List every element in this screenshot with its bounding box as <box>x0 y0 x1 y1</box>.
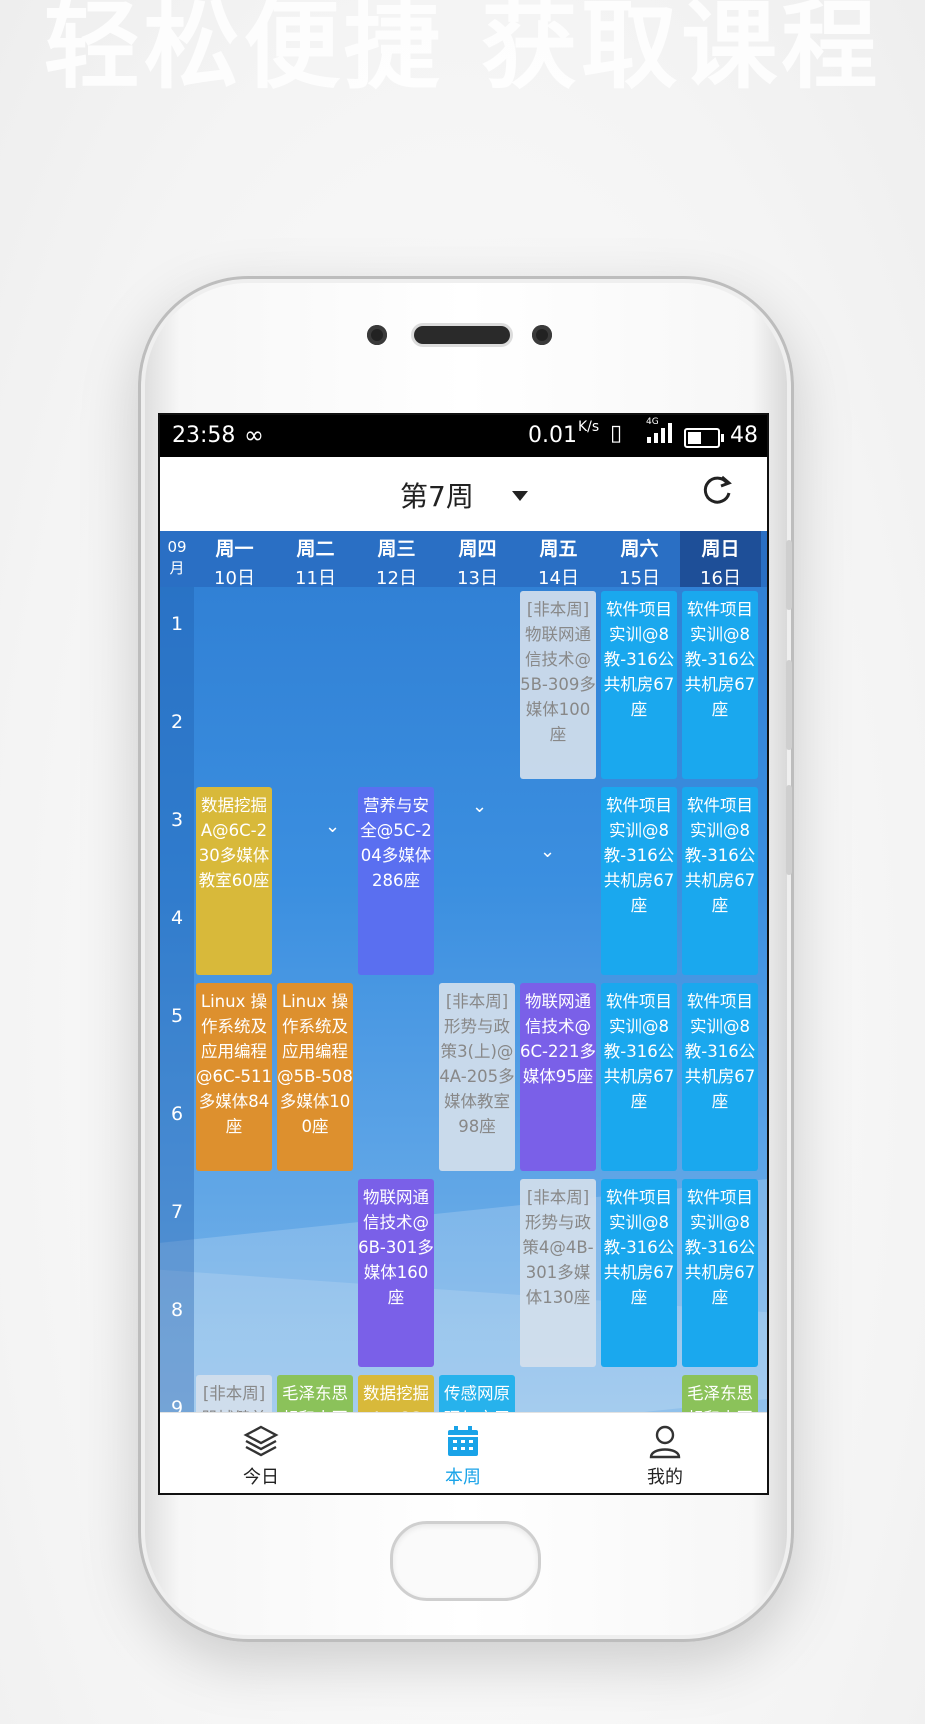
weekday-label: 周三 <box>377 538 416 560</box>
vibrate-icon: ▯ <box>610 421 623 446</box>
period-number: 8 <box>170 1299 184 1321</box>
status-time: 23:58 <box>172 423 236 448</box>
period-number: 9 <box>170 1397 184 1412</box>
weekday-label: 周一 <box>215 538 254 560</box>
day-header: 周日 16日 <box>680 531 761 589</box>
course-card[interactable]: 毛泽东思想和中国 <box>682 1375 758 1412</box>
status-bar: 23:58 ∞ 0.01 K/s ▯ 4G 48 <box>160 415 767 457</box>
course-card[interactable]: Linux 操作系统及应用编程@6C-511多媒体84座 <box>196 983 272 1171</box>
course-card[interactable]: 营养与安全@5C-204多媒体286座 <box>358 787 434 975</box>
front-camera-icon <box>367 325 387 345</box>
date-label: 12日 <box>376 568 417 589</box>
signal-icon <box>647 423 672 443</box>
home-button[interactable] <box>390 1521 541 1601</box>
day-header: 周五 14日 <box>518 531 599 589</box>
date-label: 13日 <box>457 568 498 589</box>
date-label: 10日 <box>214 568 255 589</box>
day-header: 周二 11日 <box>275 531 356 589</box>
course-card[interactable]: 物联网通信技术@6B-301多媒体160座 <box>358 1179 434 1367</box>
sensor-icon <box>532 325 552 345</box>
weekday-label: 周二 <box>296 538 335 560</box>
nav-mine[interactable]: 我的 <box>564 1413 766 1493</box>
course-card[interactable]: 数据挖掘A@6C <box>358 1375 434 1412</box>
period-number: 1 <box>170 613 184 635</box>
weekday-label: 周日 <box>701 538 740 560</box>
infinity-icon: ∞ <box>244 421 264 449</box>
course-card[interactable]: 软件项目实训@8教-316公共机房67座 <box>682 591 758 779</box>
app-bar: 第7周 <box>160 457 767 531</box>
battery-icon <box>684 428 724 448</box>
course-card[interactable]: 软件项目实训@8教-316公共机房67座 <box>682 1179 758 1367</box>
timetable: ⌄ ⌄ ⌄ ⌄ 09 月 周一10日周二11日周三12日周四13日周五14日周六… <box>160 531 767 1412</box>
course-card[interactable]: [非本周]形势与政策3(上)@4A-205多媒体教室98座 <box>439 983 515 1171</box>
date-label: 15日 <box>619 568 660 589</box>
course-card[interactable]: [非本周]形势与政策4@4B-301多媒体130座 <box>520 1179 596 1367</box>
date-label: 16日 <box>700 568 741 589</box>
layers-icon <box>243 1425 279 1457</box>
promo-tagline: 轻松便捷 获取课程 <box>43 0 882 102</box>
weekday-label: 周五 <box>539 538 578 560</box>
person-icon <box>649 1425 681 1459</box>
bird-decoration: ⌄ <box>472 796 488 817</box>
weekday-label: 周四 <box>458 538 497 560</box>
weekday-label: 周六 <box>620 538 659 560</box>
side-button <box>786 785 792 875</box>
period-number: 5 <box>170 1005 184 1027</box>
period-number: 6 <box>170 1103 184 1125</box>
month-number: 09 <box>167 538 187 556</box>
dropdown-caret-icon[interactable] <box>512 491 528 501</box>
nav-mine-label: 我的 <box>647 1467 683 1488</box>
bird-decoration: ⌄ <box>540 841 556 862</box>
earpiece-speaker <box>414 326 510 344</box>
bottom-nav: 今日 本周 我的 <box>160 1412 767 1493</box>
month-suffix: 月 <box>169 559 185 577</box>
nav-today-label: 今日 <box>243 1467 279 1488</box>
course-card[interactable]: 数据挖掘A@6C-230多媒体教室60座 <box>196 787 272 975</box>
nav-this-week-label: 本周 <box>445 1467 481 1488</box>
course-card[interactable]: 毛泽东思想和中国 <box>277 1375 353 1412</box>
nav-this-week[interactable]: 本周 <box>362 1413 564 1493</box>
period-number: 2 <box>170 711 184 733</box>
day-header: 周三 12日 <box>356 531 437 589</box>
day-header: 周六 15日 <box>599 531 680 589</box>
course-card[interactable]: [非本周]物联网通信技术@5B-309多媒体100座 <box>520 591 596 779</box>
course-card[interactable]: 物联网通信技术@6C-221多媒体95座 <box>520 983 596 1171</box>
power-button <box>786 660 792 750</box>
date-label: 14日 <box>538 568 579 589</box>
nav-today[interactable]: 今日 <box>160 1413 362 1493</box>
course-card[interactable]: [非本周]器械健美 <box>196 1375 272 1412</box>
date-label: 11日 <box>295 568 336 589</box>
calendar-icon <box>448 1426 478 1456</box>
course-card[interactable]: Linux 操作系统及应用编程@5B-508多媒体100座 <box>277 983 353 1171</box>
network-speed: 0.01 <box>528 423 577 448</box>
month-label: 09 月 <box>160 537 194 579</box>
period-number: 4 <box>170 907 184 929</box>
course-card[interactable]: 软件项目实训@8教-316公共机房67座 <box>601 591 677 779</box>
course-card[interactable]: 软件项目实训@8教-316公共机房67座 <box>601 983 677 1171</box>
course-card[interactable]: 传感网原理与应用 <box>439 1375 515 1412</box>
day-header: 周一 10日 <box>194 531 275 589</box>
battery-percent: 48 <box>730 423 758 448</box>
refresh-icon[interactable] <box>700 473 734 507</box>
volume-button <box>786 540 792 610</box>
course-card[interactable]: 软件项目实训@8教-316公共机房67座 <box>601 1179 677 1367</box>
bird-decoration: ⌄ <box>325 816 341 837</box>
course-card[interactable]: 软件项目实训@8教-316公共机房67座 <box>682 983 758 1171</box>
course-card[interactable]: 软件项目实训@8教-316公共机房67座 <box>682 787 758 975</box>
day-header-row: 09 月 周一 10日 周二 11日 周三 12日 周四 13日 周五 14日 周六 15日 周日 16日 <box>160 531 767 589</box>
day-header: 周四 13日 <box>437 531 518 589</box>
course-card[interactable]: 软件项目实训@8教-316公共机房67座 <box>601 787 677 975</box>
period-number: 3 <box>170 809 184 831</box>
period-number: 7 <box>170 1201 184 1223</box>
phone-screen: 23:58 ∞ 0.01 K/s ▯ 4G 48 第7周 ⌄ ⌄ ⌄ ⌄ 09 <box>158 413 769 1495</box>
week-selector[interactable]: 第7周 <box>400 475 474 515</box>
speed-unit: K/s <box>578 419 600 435</box>
